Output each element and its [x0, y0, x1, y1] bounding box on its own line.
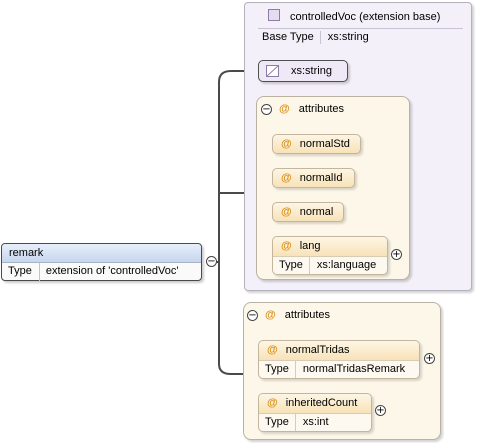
base-type-value: xs:string	[327, 31, 369, 43]
attribute-icon: @	[281, 138, 292, 150]
collapse-own-attributes-icon[interactable]: −	[247, 310, 258, 321]
base-type-row: Base Type xs:string	[262, 30, 369, 44]
expand-inheritedcount-icon[interactable]: +	[375, 405, 386, 416]
complex-type-icon	[268, 9, 280, 21]
expand-lang-icon[interactable]: +	[391, 249, 402, 260]
attribute-normalstd[interactable]: @ normalStd	[272, 134, 361, 154]
element-remark[interactable]: remark Type extension of 'controlledVoc'	[1, 243, 202, 281]
attribute-icon: @	[281, 240, 292, 252]
collapse-remark-icon[interactable]: −	[206, 256, 217, 267]
connector-to-own-attributes	[218, 363, 243, 375]
own-attributes-title: @ attributes	[265, 309, 331, 321]
attribute-icon: @	[267, 397, 278, 409]
attribute-normaltridas[interactable]: @ normalTridas Type normalTridasRemark	[258, 340, 420, 379]
simple-type-name: xs:string	[291, 65, 332, 77]
collapse-base-attributes-icon[interactable]: −	[261, 104, 272, 115]
attribute-lang[interactable]: @ lang Type xs:language	[272, 236, 388, 275]
attribute-normal[interactable]: @ normal	[272, 202, 344, 222]
attribute-icon: @	[281, 206, 292, 218]
base-type-label: Base Type	[262, 31, 314, 43]
expand-normaltridas-icon[interactable]: +	[424, 353, 435, 364]
attribute-normalid[interactable]: @ normalId	[272, 168, 355, 188]
attribute-icon: @	[267, 344, 278, 356]
simple-type-icon	[266, 65, 279, 77]
element-name: remark	[2, 244, 201, 263]
element-type-row: Type extension of 'controlledVoc'	[2, 263, 201, 281]
attribute-icon: @	[281, 172, 292, 184]
extension-divider	[258, 28, 463, 29]
base-attributes-title: @ attributes	[279, 103, 345, 115]
attribute-icon: @	[265, 309, 276, 321]
element-type-value: extension of 'controlledVoc'	[45, 265, 179, 277]
attribute-icon: @	[279, 103, 290, 115]
attribute-inheritedcount[interactable]: @ inheritedCount Type xs:int	[258, 393, 372, 432]
extension-title: controlledVoc (extension base)	[290, 11, 441, 23]
element-type-label: Type	[2, 263, 40, 281]
